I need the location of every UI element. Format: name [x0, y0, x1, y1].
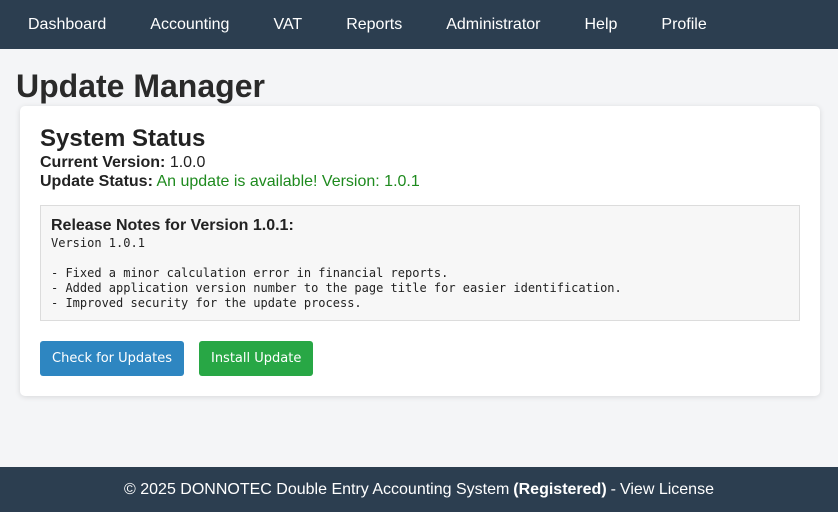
nav-item-reports[interactable]: Reports: [346, 16, 402, 34]
nav-item-help[interactable]: Help: [584, 16, 617, 34]
top-navbar: Dashboard Accounting VAT Reports Adminis…: [0, 0, 838, 49]
footer-copyright: © 2025 DONNOTEC Double Entry Accounting …: [124, 480, 510, 498]
view-license-link[interactable]: View License: [620, 481, 714, 499]
nav-item-administrator[interactable]: Administrator: [446, 16, 540, 34]
nav-item-dashboard[interactable]: Dashboard: [28, 16, 106, 34]
current-version-label: Current Version:: [40, 154, 166, 171]
footer: © 2025 DONNOTEC Double Entry Accounting …: [0, 467, 838, 512]
action-buttons: Check for Updates Install Update: [40, 341, 800, 376]
system-status-card: System Status Current Version: 1.0.0 Upd…: [20, 106, 820, 396]
install-update-button[interactable]: Install Update: [198, 341, 314, 376]
nav-item-profile[interactable]: Profile: [661, 16, 706, 34]
nav-item-accounting[interactable]: Accounting: [150, 16, 229, 34]
update-status-line: Update Status: An update is available! V…: [40, 172, 800, 191]
current-version-value: 1.0.0: [169, 154, 206, 171]
update-status-label: Update Status:: [40, 173, 153, 190]
check-for-updates-button[interactable]: Check for Updates: [40, 341, 184, 376]
card-title: System Status: [40, 125, 206, 152]
release-notes-title: Release Notes for Version 1.0.1:: [51, 217, 294, 234]
footer-separator: -: [610, 480, 616, 498]
current-version-line: Current Version: 1.0.0: [40, 153, 800, 172]
release-notes-body: Version 1.0.1 - Fixed a minor calculatio…: [51, 236, 622, 310]
update-status-value: An update is available! Version: 1.0.1: [156, 173, 420, 190]
page-title: Update Manager: [16, 68, 265, 104]
release-notes-box: Release Notes for Version 1.0.1: Version…: [40, 205, 800, 321]
footer-registered: (Registered): [513, 480, 607, 498]
nav-item-vat[interactable]: VAT: [273, 16, 302, 34]
